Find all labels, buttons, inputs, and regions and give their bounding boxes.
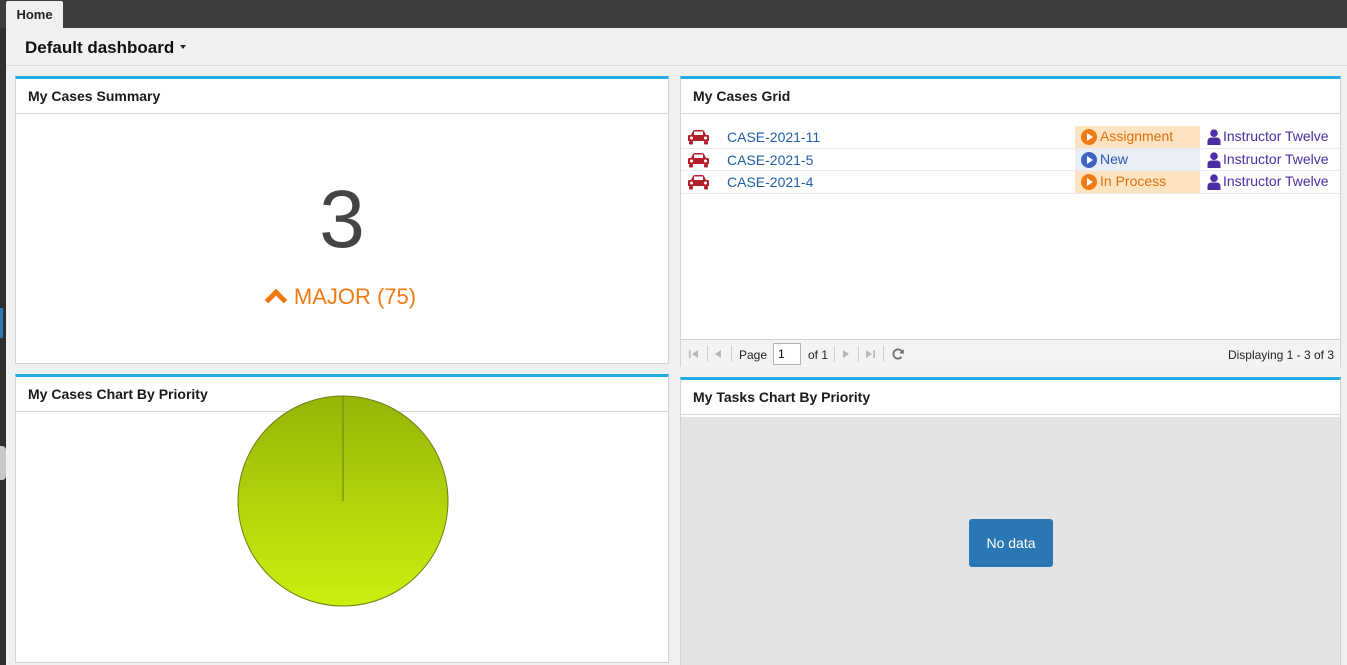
pager-divider (707, 346, 708, 362)
cases-summary-panel: My Cases Summary 3 MAJOR (75) (15, 76, 669, 364)
assignee-name: Instructor Twelve (1223, 173, 1329, 189)
panel-title: My Tasks Chart By Priority (681, 380, 1340, 415)
case-link[interactable]: CASE-2021-4 (727, 174, 813, 190)
status-badge[interactable]: Assignment (1075, 126, 1200, 148)
page-count: of 1 (808, 348, 829, 362)
grid-pager: Page of 1 Displaying 1 - 3 of 3 (681, 339, 1340, 367)
status-label: Assignment (1100, 128, 1174, 144)
status-badge[interactable]: New (1075, 148, 1200, 171)
tasks-chart-panel: My Tasks Chart By Priority No data (680, 377, 1341, 665)
user-icon (1207, 174, 1221, 190)
status-badge[interactable]: In Process (1075, 171, 1200, 193)
page-number-input[interactable] (773, 343, 801, 365)
tasks-chart-area: No data (681, 417, 1340, 665)
chevron-down-icon[interactable] (180, 45, 186, 49)
car-icon (687, 152, 710, 168)
play-icon (1081, 151, 1097, 168)
user-icon (1207, 129, 1221, 145)
play-icon (1081, 174, 1097, 190)
pager-divider (883, 346, 884, 362)
tab-home[interactable]: Home (6, 1, 63, 28)
play-icon (1081, 129, 1097, 145)
cases-chart-panel: My Cases Chart By Priority (15, 374, 669, 663)
status-label: In Process (1100, 173, 1167, 189)
cases-grid-panel: My Cases Grid CASE-2021-11 Assignment Inst… (680, 76, 1341, 367)
case-link[interactable]: CASE-2021-5 (727, 152, 813, 168)
priority-indicator: MAJOR (75) (16, 284, 668, 312)
assignee-name: Instructor Twelve (1223, 150, 1329, 167)
table-row[interactable]: CASE-2021-5 New Instructor Twelve (681, 148, 1340, 171)
pager-divider (834, 346, 835, 362)
sidebar-expand-handle[interactable] (0, 446, 6, 480)
case-count: 3 (319, 174, 365, 265)
top-tab-bar: Home (0, 0, 1347, 28)
cases-grid-body: CASE-2021-11 Assignment Instructor Twelve C… (681, 116, 1340, 339)
dashboard-selector[interactable]: Default dashboard (25, 38, 174, 58)
assignee[interactable]: Instructor Twelve (1205, 149, 1329, 171)
dashboard-header: Default dashboard (6, 28, 1347, 66)
left-collapsed-sidebar (0, 28, 6, 665)
sidebar-indicator (0, 308, 3, 338)
pager-divider (731, 346, 732, 362)
refresh-icon[interactable] (891, 347, 905, 361)
priority-label: MAJOR (75) (293, 284, 417, 309)
user-icon (1207, 151, 1221, 168)
page-label: Page (739, 348, 768, 362)
panel-title: My Cases Grid (681, 79, 1340, 114)
table-row[interactable]: CASE-2021-11 Assignment Instructor Twelve (681, 126, 1340, 149)
displaying-count: Displaying 1 - 3 of 3 (1227, 348, 1334, 362)
assignee[interactable]: Instructor Twelve (1205, 171, 1329, 193)
status-label: New (1100, 150, 1129, 167)
chevron-up-icon (264, 288, 288, 312)
car-icon (687, 129, 710, 145)
table-row[interactable]: CASE-2021-4 In Process Instructor Twelve (681, 171, 1340, 194)
assignee-name: Instructor Twelve (1223, 128, 1329, 144)
priority-pie-chart (237, 395, 449, 607)
panel-title: My Cases Summary (16, 79, 668, 114)
car-icon (687, 174, 710, 190)
last-page-icon[interactable] (863, 347, 877, 361)
first-page-icon[interactable] (687, 347, 701, 361)
next-page-icon[interactable] (839, 347, 853, 361)
no-data-button[interactable]: No data (969, 519, 1053, 567)
assignee[interactable]: Instructor Twelve (1205, 126, 1329, 148)
case-link[interactable]: CASE-2021-11 (727, 129, 820, 145)
pager-divider (858, 346, 859, 362)
previous-page-icon[interactable] (711, 347, 725, 361)
